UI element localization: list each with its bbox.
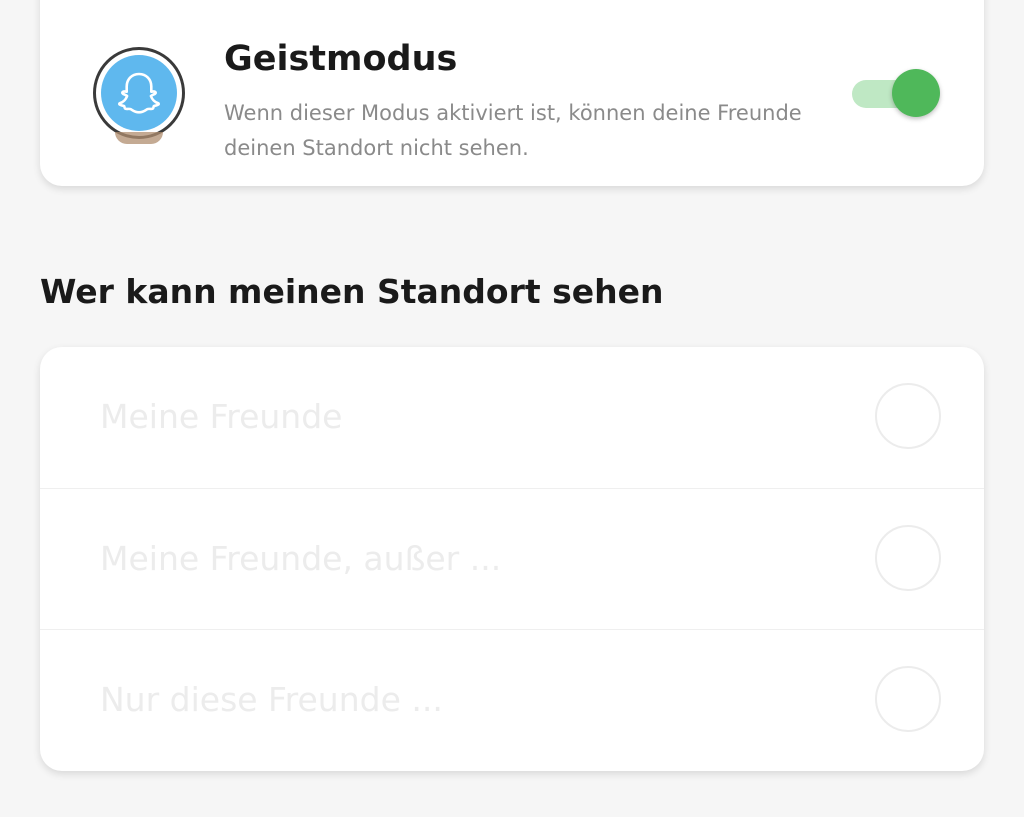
snapchat-ghost-icon bbox=[101, 55, 177, 131]
option-label: Meine Freunde, außer ... bbox=[100, 539, 502, 578]
avatar bbox=[93, 47, 185, 139]
ghost-mode-title: Geistmodus bbox=[224, 39, 458, 79]
option-only-these-friends[interactable]: Nur diese Freunde ... bbox=[40, 629, 984, 770]
radio-button[interactable] bbox=[875, 666, 941, 732]
option-label: Nur diese Freunde ... bbox=[100, 680, 443, 719]
avatar-decoration bbox=[115, 132, 163, 144]
toggle-knob bbox=[892, 69, 940, 117]
ghost-mode-card: Geistmodus Wenn dieser Modus aktiviert i… bbox=[40, 0, 984, 186]
visibility-options-card: Meine Freunde Meine Freunde, außer ... N… bbox=[40, 347, 984, 771]
option-friends-except[interactable]: Meine Freunde, außer ... bbox=[40, 488, 984, 629]
ghost-mode-description: Wenn dieser Modus aktiviert ist, können … bbox=[224, 101, 802, 160]
radio-button[interactable] bbox=[875, 525, 941, 591]
option-my-friends[interactable]: Meine Freunde bbox=[40, 347, 984, 488]
option-label: Meine Freunde bbox=[100, 397, 343, 436]
ghost-mode-toggle[interactable] bbox=[848, 69, 940, 119]
radio-button[interactable] bbox=[875, 383, 941, 449]
section-heading: Wer kann meinen Standort sehen bbox=[40, 272, 664, 311]
